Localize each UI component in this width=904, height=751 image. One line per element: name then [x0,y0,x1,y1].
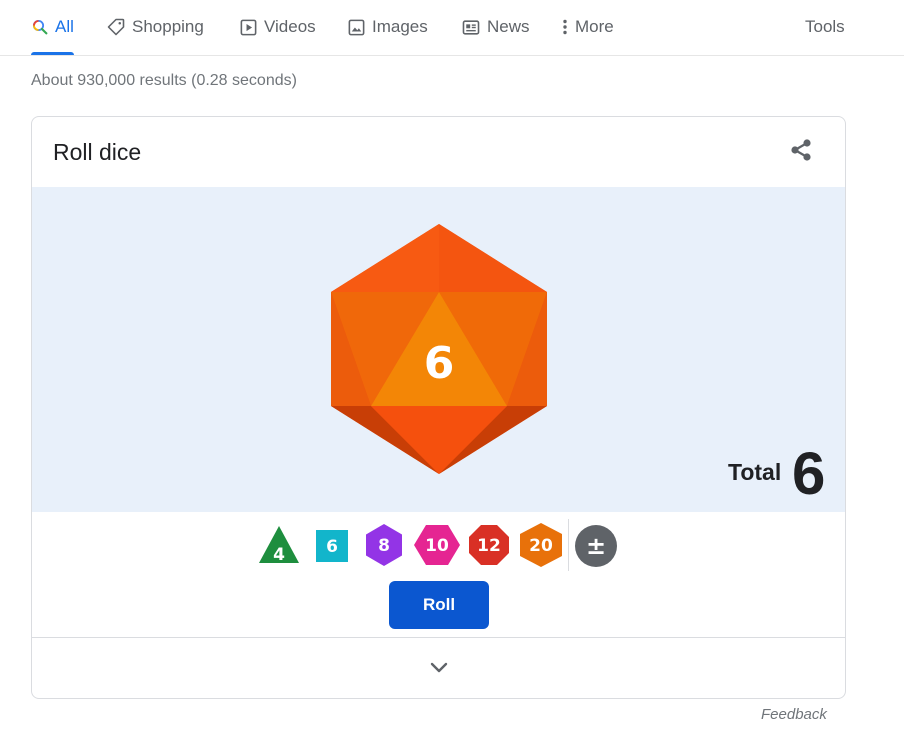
dice-selector: 4 6 8 10 12 20 ± [32,519,845,575]
d10-label: 10 [425,536,449,556]
result-stats: About 930,000 results (0.28 seconds) [31,72,297,89]
image-icon [348,19,365,35]
d12-button[interactable]: 12 [469,525,509,565]
die-value: 6 [424,338,455,389]
d6-label: 6 [326,537,338,557]
divider [32,637,845,638]
tab-label: News [487,17,530,36]
d8-button[interactable]: 8 [365,524,403,566]
d20-label: 20 [529,536,553,556]
tools-button[interactable]: Tools [805,0,845,54]
search-icon [32,19,48,35]
tab-images[interactable]: Images [347,0,428,54]
d4-button[interactable]: 4 [258,523,300,565]
tab-label: All [55,17,74,36]
d12-label: 12 [477,536,501,556]
tab-all[interactable]: All [31,0,74,55]
tab-label: Images [372,17,428,36]
d20-button[interactable]: 20 [520,523,562,567]
dice-roller-card: Roll dice 6 Total 6 4 6 8 10 12 20 ± Rol… [31,116,846,699]
d10-button[interactable]: 10 [414,525,460,565]
play-icon [240,19,257,35]
chevron-down-icon [430,662,448,673]
roll-button[interactable]: Roll [389,581,489,629]
share-icon[interactable] [787,136,815,164]
feedback-link[interactable]: Feedback [761,706,827,723]
tab-label: More [575,17,614,36]
dice-display-area: 6 Total 6 [32,187,845,512]
news-icon [462,19,480,35]
total-label: Total [728,459,782,485]
tab-label: Videos [264,17,316,36]
d6-button[interactable]: 6 [316,530,348,562]
tab-videos[interactable]: Videos [239,0,316,54]
expand-button[interactable] [422,653,456,683]
tab-news[interactable]: News [461,0,530,54]
tab-shopping[interactable]: Shopping [106,0,204,54]
tag-icon [107,18,125,36]
divider [568,519,569,571]
more-vert-icon [563,19,567,35]
tab-label: Shopping [132,17,204,36]
modifier-label: ± [586,532,606,560]
d20-die[interactable]: 6 [331,224,547,474]
tab-more[interactable]: More [561,0,614,54]
total-value: 6 [792,440,826,507]
modifier-button[interactable]: ± [575,525,617,567]
d8-label: 8 [378,536,390,556]
card-title: Roll dice [53,139,142,165]
d4-label: 4 [273,545,285,565]
search-tabs: All Shopping Videos Images News More Too… [0,0,904,56]
